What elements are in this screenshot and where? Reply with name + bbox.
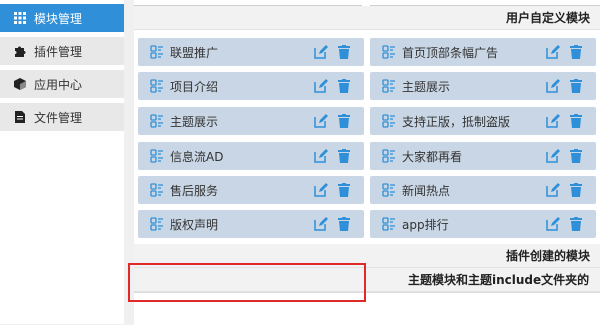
edit-icon[interactable] [546,217,560,231]
module-label: 联盟推广 [170,45,219,60]
edit-icon[interactable] [546,79,560,93]
module-icon [382,217,396,231]
sidebar-item-modules[interactable]: 模块管理 [0,4,124,32]
module-label: 支持正版，抵制盗版 [402,114,511,129]
sidebar-item-label: 文件管理 [34,110,83,125]
delete-icon[interactable] [570,114,584,128]
highlight-box [128,263,366,302]
edit-icon[interactable] [314,114,328,128]
module-icon [382,149,396,163]
module-item[interactable]: 版权声明 [138,210,364,238]
sidebar: 模块管理 插件管理 应用中心 文件管理 [0,0,124,324]
cube-icon [12,78,28,90]
module-label: 版权声明 [170,217,219,232]
sidebar-item-app-center[interactable]: 应用中心 [0,70,124,98]
module-label: 首页顶部条幅广告 [402,45,499,60]
module-label: 主题展示 [402,79,451,94]
module-item[interactable]: 项目介绍 [138,72,364,100]
module-item[interactable]: app排行 [370,210,596,238]
module-icon [382,183,396,197]
module-icon [150,114,164,128]
module-label: 大家都再看 [402,149,463,164]
delete-icon[interactable] [570,183,584,197]
module-label: 项目介绍 [170,79,219,94]
delete-icon[interactable] [570,149,584,163]
module-label: 信息流AD [170,149,224,164]
module-item[interactable]: 售后服务 [138,176,364,204]
file-icon [12,111,28,123]
sidebar-item-label: 模块管理 [34,11,83,26]
grid-icon [12,12,28,24]
module-item[interactable]: 主题展示 [138,107,364,135]
edit-icon[interactable] [314,79,328,93]
edit-icon[interactable] [546,183,560,197]
edit-icon[interactable] [546,45,560,59]
sidebar-item-plugins[interactable]: 插件管理 [0,37,124,65]
sidebar-item-label: 插件管理 [34,44,83,59]
module-icon [150,217,164,231]
delete-icon[interactable] [338,114,352,128]
section-header-user-defined: 用户自定义模块 [134,6,600,30]
edit-icon[interactable] [546,114,560,128]
module-item[interactable]: 大家都再看 [370,142,596,170]
module-item[interactable]: 联盟推广 [138,38,364,66]
delete-icon[interactable] [570,45,584,59]
delete-icon[interactable] [338,45,352,59]
module-label: 主题展示 [170,114,219,129]
module-icon [150,45,164,59]
puzzle-icon [12,45,28,57]
delete-icon[interactable] [570,79,584,93]
module-icon [382,79,396,93]
edit-icon[interactable] [314,45,328,59]
module-icon [150,79,164,93]
module-label: 售后服务 [170,183,219,198]
edit-icon[interactable] [546,149,560,163]
edit-icon[interactable] [314,149,328,163]
module-item[interactable]: 信息流AD [138,142,364,170]
delete-icon[interactable] [338,79,352,93]
sidebar-item-file-manager[interactable]: 文件管理 [0,103,124,131]
delete-icon[interactable] [338,217,352,231]
module-icon [382,114,396,128]
module-icon [150,183,164,197]
module-icon [150,149,164,163]
module-label: 新闻热点 [402,183,451,198]
module-item[interactable]: 首页顶部条幅广告 [370,38,596,66]
module-item[interactable]: 主题展示 [370,72,596,100]
edit-icon[interactable] [314,183,328,197]
delete-icon[interactable] [338,183,352,197]
module-item[interactable]: 新闻热点 [370,176,596,204]
module-item[interactable]: 支持正版，抵制盗版 [370,107,596,135]
delete-icon[interactable] [338,149,352,163]
sidebar-item-label: 应用中心 [34,77,83,92]
module-label: app排行 [402,217,449,232]
module-icon [382,45,396,59]
delete-icon[interactable] [570,217,584,231]
edit-icon[interactable] [314,217,328,231]
